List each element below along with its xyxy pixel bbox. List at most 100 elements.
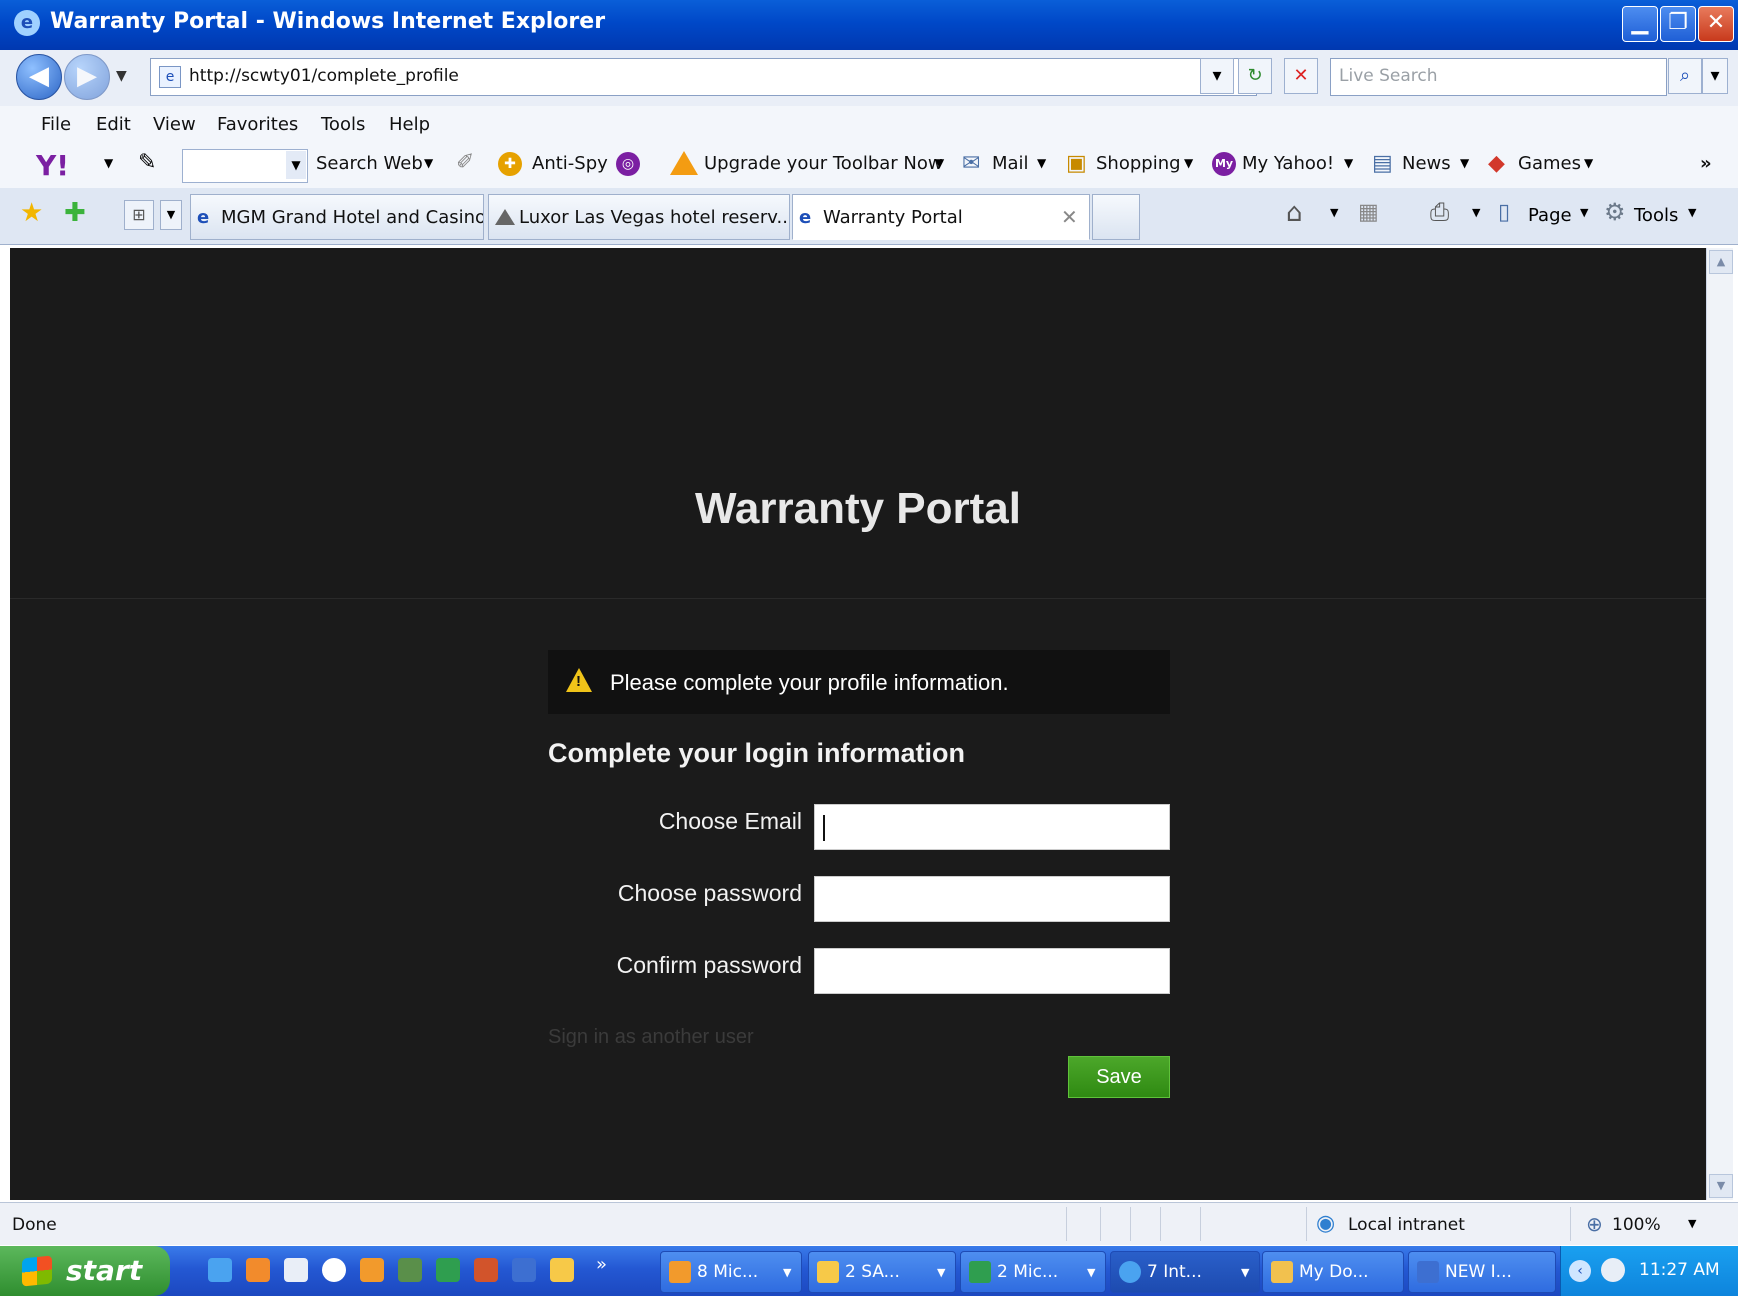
zoom-dropdown[interactable]: ▼: [1688, 1217, 1696, 1230]
group-dropdown[interactable]: ▼: [1087, 1266, 1095, 1279]
close-button[interactable]: ✕: [1698, 6, 1734, 42]
page-icon: ▯: [1498, 200, 1511, 225]
print-icon[interactable]: ⎙: [1430, 198, 1449, 226]
menu-tools[interactable]: Tools: [321, 114, 365, 135]
tab-luxor[interactable]: Luxor Las Vegas hotel reserv...: [488, 194, 790, 240]
disc-quicklaunch-icon[interactable]: [322, 1258, 346, 1282]
anti-spy-button[interactable]: Anti-Spy: [532, 153, 608, 174]
confirm-password-field[interactable]: [814, 948, 1170, 994]
live-search-input[interactable]: Live Search: [1330, 58, 1667, 96]
stop-icon[interactable]: ✕: [1284, 58, 1318, 94]
search-icon[interactable]: ⌕: [1668, 58, 1702, 94]
taskbar-item-explorer[interactable]: 2 SA... ▼: [808, 1251, 956, 1293]
start-button[interactable]: start: [0, 1246, 170, 1296]
home-icon[interactable]: ⌂: [1286, 198, 1303, 228]
highlight-pen-icon[interactable]: ✐: [456, 150, 474, 175]
taskbar-item-internet-explorer[interactable]: 7 Int... ▼: [1110, 1251, 1260, 1293]
password-field[interactable]: [814, 876, 1170, 922]
taskbar-item-excel[interactable]: 2 Mic... ▼: [960, 1251, 1106, 1293]
vertical-scrollbar[interactable]: ▲ ▼: [1706, 248, 1733, 1200]
group-dropdown[interactable]: ▼: [1241, 1266, 1249, 1279]
mail-dropdown[interactable]: ▼: [1037, 156, 1046, 170]
upgrade-dropdown[interactable]: ▼: [935, 156, 944, 170]
url-input[interactable]: e http://scwty01/complete_profile: [150, 58, 1257, 96]
warning-triangle-icon: [670, 151, 698, 175]
toolbar-more-chevron-icon[interactable]: »: [1700, 153, 1712, 174]
games-button[interactable]: Games: [1518, 153, 1581, 174]
tab-warranty-portal[interactable]: e Warranty Portal ✕: [792, 194, 1090, 240]
scroll-down-arrow-icon[interactable]: ▼: [1709, 1174, 1733, 1198]
page-dropdown[interactable]: ▼: [1580, 206, 1588, 219]
group-dropdown[interactable]: ▼: [937, 1266, 945, 1279]
firefox-quicklaunch-icon[interactable]: [246, 1258, 270, 1282]
menu-edit[interactable]: Edit: [96, 114, 131, 135]
yahoo-logo-icon[interactable]: Y!: [36, 149, 92, 182]
menu-help[interactable]: Help: [389, 114, 430, 135]
tools-menu-button[interactable]: Tools: [1634, 205, 1678, 226]
tab-list-dropdown[interactable]: ▼: [160, 200, 182, 230]
ie-quicklaunch-icon[interactable]: [208, 1258, 232, 1282]
quick-tabs-icon[interactable]: ⊞: [124, 200, 154, 230]
new-tab-button[interactable]: [1092, 194, 1140, 240]
headset-icon[interactable]: ◎: [616, 152, 640, 176]
tools-dropdown[interactable]: ▼: [1688, 206, 1696, 219]
add-favorite-icon[interactable]: ✚: [64, 198, 86, 228]
tray-expand-icon[interactable]: ‹: [1569, 1260, 1591, 1282]
news-button[interactable]: News: [1402, 153, 1451, 174]
project-quicklaunch-icon[interactable]: [398, 1258, 422, 1282]
quicklaunch-more-icon[interactable]: »: [596, 1254, 607, 1275]
save-button[interactable]: Save: [1068, 1056, 1170, 1098]
minimize-button[interactable]: ▁: [1622, 6, 1658, 42]
group-dropdown[interactable]: ▼: [783, 1266, 791, 1279]
window-title-bar[interactable]: e Warranty Portal - Windows Internet Exp…: [0, 0, 1738, 50]
search-options-dropdown[interactable]: ▾: [1702, 58, 1728, 94]
word-quicklaunch-icon[interactable]: [512, 1258, 536, 1282]
search-web-dropdown[interactable]: ▼: [424, 156, 433, 170]
sign-in-another-user-link[interactable]: Sign in as another user: [548, 1026, 754, 1049]
history-dropdown-icon[interactable]: ▼: [116, 68, 127, 84]
my-yahoo-button[interactable]: My Yahoo!: [1242, 153, 1334, 174]
menu-file[interactable]: File: [41, 114, 71, 135]
clock-quicklaunch-icon[interactable]: [360, 1258, 384, 1282]
news-dropdown[interactable]: ▼: [1460, 156, 1469, 170]
tab-label: MGM Grand Hotel and Casino...: [221, 207, 484, 228]
tab-mgm-grand[interactable]: e MGM Grand Hotel and Casino...: [190, 194, 484, 240]
pencil-icon[interactable]: ✎: [138, 150, 156, 175]
scroll-up-arrow-icon[interactable]: ▲: [1709, 250, 1733, 274]
menu-view[interactable]: View: [153, 114, 196, 135]
taskbar-item-my-documents[interactable]: My Do...: [1262, 1251, 1404, 1293]
forward-button[interactable]: ▶: [64, 54, 110, 100]
games-dropdown[interactable]: ▼: [1584, 156, 1593, 170]
my-yahoo-dropdown[interactable]: ▼: [1344, 156, 1353, 170]
start-label: start: [66, 1254, 143, 1287]
page-header: Warranty Portal: [10, 248, 1706, 599]
shopping-dropdown[interactable]: ▼: [1184, 156, 1193, 170]
yahoo-menu-dropdown[interactable]: ▼: [104, 156, 113, 170]
outlook-quicklaunch-icon[interactable]: [550, 1258, 574, 1282]
excel-quicklaunch-icon[interactable]: [436, 1258, 460, 1282]
tray-app-icon[interactable]: [1601, 1258, 1625, 1282]
refresh-icon[interactable]: ↻: [1238, 58, 1272, 94]
search-web-button[interactable]: Search Web: [316, 153, 423, 174]
favorites-star-icon[interactable]: ★: [20, 198, 43, 228]
app-quicklaunch-icon[interactable]: [284, 1258, 308, 1282]
print-dropdown[interactable]: ▼: [1472, 206, 1480, 219]
back-button[interactable]: ◀: [16, 54, 62, 100]
page-menu-button[interactable]: Page: [1528, 205, 1572, 226]
home-dropdown[interactable]: ▼: [1330, 206, 1338, 219]
taskbar-item-word[interactable]: NEW I...: [1408, 1251, 1556, 1293]
page-title: Warranty Portal: [694, 484, 1021, 533]
taskbar-item-outlook[interactable]: 8 Mic... ▼: [660, 1251, 802, 1293]
upgrade-toolbar-button[interactable]: Upgrade your Toolbar Now: [704, 153, 943, 174]
maximize-button[interactable]: ❐: [1660, 6, 1696, 42]
mail-button[interactable]: Mail: [992, 153, 1029, 174]
close-tab-icon[interactable]: ✕: [1061, 205, 1078, 229]
url-dropdown-button[interactable]: ▾: [1200, 58, 1234, 94]
feeds-icon[interactable]: ▦: [1358, 200, 1379, 225]
powerpoint-quicklaunch-icon[interactable]: [474, 1258, 498, 1282]
toolbar-search-dropdown[interactable]: ▼: [286, 151, 306, 179]
email-field[interactable]: [814, 804, 1170, 850]
zoom-level[interactable]: 100%: [1612, 1215, 1661, 1235]
shopping-button[interactable]: Shopping: [1096, 153, 1181, 174]
menu-favorites[interactable]: Favorites: [217, 114, 298, 135]
